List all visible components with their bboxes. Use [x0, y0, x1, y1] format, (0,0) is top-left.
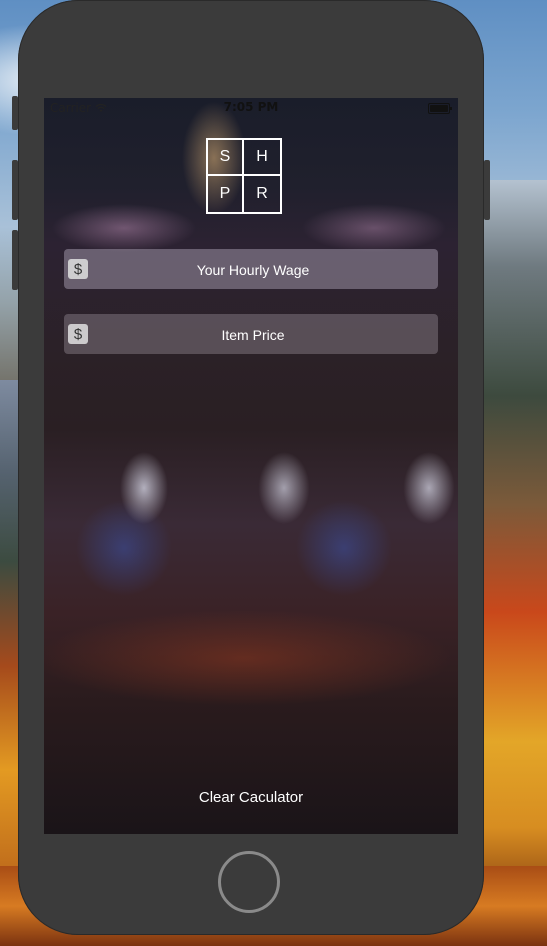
status-bar: Carrier 7:05 PM	[44, 98, 458, 118]
item-price-field[interactable]: $	[64, 314, 442, 356]
power-button	[484, 160, 490, 220]
app-logo: S H P R	[206, 138, 282, 214]
home-button[interactable]	[218, 851, 280, 913]
dollar-icon: $	[68, 259, 88, 279]
volume-up-button	[12, 160, 18, 220]
dollar-icon: $	[68, 324, 88, 344]
logo-letter: P	[208, 176, 244, 212]
hourly-wage-input[interactable]	[64, 249, 442, 291]
logo-letter: R	[256, 185, 268, 202]
clear-calculator-button[interactable]: Clear Caculator	[44, 788, 458, 807]
logo-letter: H	[244, 140, 280, 176]
app-screen: Carrier 7:05 PM S H P R $ $ Clear Cacula…	[44, 98, 458, 834]
mute-switch	[12, 96, 18, 130]
logo-letter: S	[208, 140, 244, 176]
battery-icon	[428, 103, 452, 114]
hourly-wage-field[interactable]: $	[64, 249, 442, 291]
item-price-input[interactable]	[64, 314, 442, 356]
status-time: 7:05 PM	[223, 100, 279, 114]
volume-down-button	[12, 230, 18, 290]
